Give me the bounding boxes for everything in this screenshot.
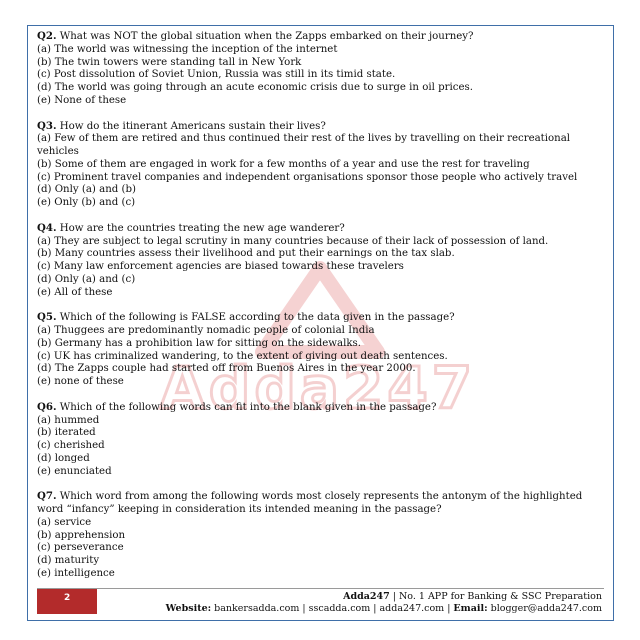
answer-option: (a) They are subject to legal scrutiny i… <box>37 235 549 247</box>
answer-option: (d) The Zapps couple had started off fro… <box>37 363 416 375</box>
footer-brand: Adda247 <box>343 591 390 602</box>
answer-option: (c) Post dissolution of Soviet Union, Ru… <box>37 69 396 81</box>
answer-option: (e) All of these <box>37 286 113 298</box>
answer-option: (c) UK has criminalized wandering, to th… <box>37 350 448 362</box>
footer-tagline: | No. 1 APP for Banking & SSC Preparatio… <box>389 591 602 602</box>
question-number: Q7. <box>37 490 57 503</box>
question-block: Q5. Which of the following is FALSE acco… <box>37 311 607 389</box>
question-number: Q4. <box>37 221 57 234</box>
answer-option: (b) apprehension <box>37 529 126 541</box>
answer-option: (e) none of these <box>37 376 124 387</box>
answer-option: (c) Prominent travel companies and indep… <box>37 171 578 183</box>
question-stem: Q5. Which of the following is FALSE acco… <box>37 311 607 325</box>
answer-option: (b) Germany has a prohibition law for si… <box>37 337 361 349</box>
answer-option: (d) Only (a) and (b) <box>37 184 136 196</box>
question-number: Q2. <box>37 30 57 42</box>
footer-email-label: Email: <box>453 603 488 614</box>
answer-option: (c) Many law enforcement agencies are bi… <box>37 261 404 272</box>
answer-option: (b) Some of them are engaged in work for… <box>37 158 530 170</box>
question-block: Q3. How do the itinerant Americans susta… <box>37 120 607 210</box>
page-number: 2 <box>37 589 97 614</box>
answer-option: (e) None of these <box>37 94 127 106</box>
question-stem: Q4. How are the countries treating the n… <box>37 222 607 236</box>
answer-option: (c) perseverance <box>37 542 124 554</box>
answer-option: (a) hummed <box>37 414 100 426</box>
footer-email: blogger@adda247.com <box>487 603 602 614</box>
question-number: Q5. <box>37 311 57 324</box>
answer-option: (a) The world was witnessing the incepti… <box>37 43 338 55</box>
answer-option: (a) Few of them are retired and thus con… <box>37 133 571 157</box>
question-number: Q6. <box>37 400 57 413</box>
footer-line-1: Adda247 | No. 1 APP for Banking & SSC Pr… <box>166 591 602 603</box>
footer-websites: bankersadda.com | sscadda.com | adda247.… <box>211 603 454 614</box>
question-block: Q4. How are the countries treating the n… <box>37 222 607 300</box>
footer-line-2: Website: bankersadda.com | sscadda.com |… <box>166 603 602 615</box>
answer-option: (d) longed <box>37 452 90 464</box>
question-stem: Q7. Which word from among the following … <box>37 490 607 517</box>
question-block: Q2. What was NOT the global situation wh… <box>37 30 607 108</box>
answer-option: (a) Thuggees are predominantly nomadic p… <box>37 325 375 336</box>
question-text: Which of the following words can fit int… <box>59 401 437 413</box>
question-text: Which word from among the following word… <box>37 491 583 515</box>
question-text: Which of the following is FALSE accordin… <box>59 312 455 324</box>
answer-option: (b) iterated <box>37 427 96 439</box>
question-stem: Q6. Which of the following words can fit… <box>37 401 607 415</box>
answer-option: (e) enunciated <box>37 465 112 477</box>
question-list: Q2. What was NOT the global situation wh… <box>37 30 607 593</box>
answer-option: (b) The twin towers were standing tall i… <box>37 56 302 68</box>
question-block: Q6. Which of the following words can fit… <box>37 401 607 479</box>
question-text: How do the itinerant Americans sustain t… <box>59 120 326 132</box>
answer-option: (e) intelligence <box>37 567 115 579</box>
question-block: Q7. Which word from among the following … <box>37 490 607 580</box>
answer-option: (d) Only (a) and (c) <box>37 273 136 285</box>
answer-option: (e) Only (b) and (c) <box>37 197 136 208</box>
answer-option: (d) The world was going through an acute… <box>37 82 473 93</box>
question-text: How are the countries treating the new a… <box>59 222 345 234</box>
answer-option: (a) service <box>37 516 92 528</box>
answer-option: (b) Many countries assess their liveliho… <box>37 248 455 260</box>
answer-option: (d) maturity <box>37 555 100 566</box>
question-stem: Q2. What was NOT the global situation wh… <box>37 30 607 44</box>
answer-option: (c) cherished <box>37 440 105 451</box>
question-number: Q3. <box>37 119 57 132</box>
question-text: What was NOT the global situation when t… <box>59 31 474 42</box>
question-stem: Q3. How do the itinerant Americans susta… <box>37 120 607 134</box>
footer-website-label: Website: <box>165 603 212 614</box>
footer: Adda247 | No. 1 APP for Banking & SSC Pr… <box>166 591 602 615</box>
